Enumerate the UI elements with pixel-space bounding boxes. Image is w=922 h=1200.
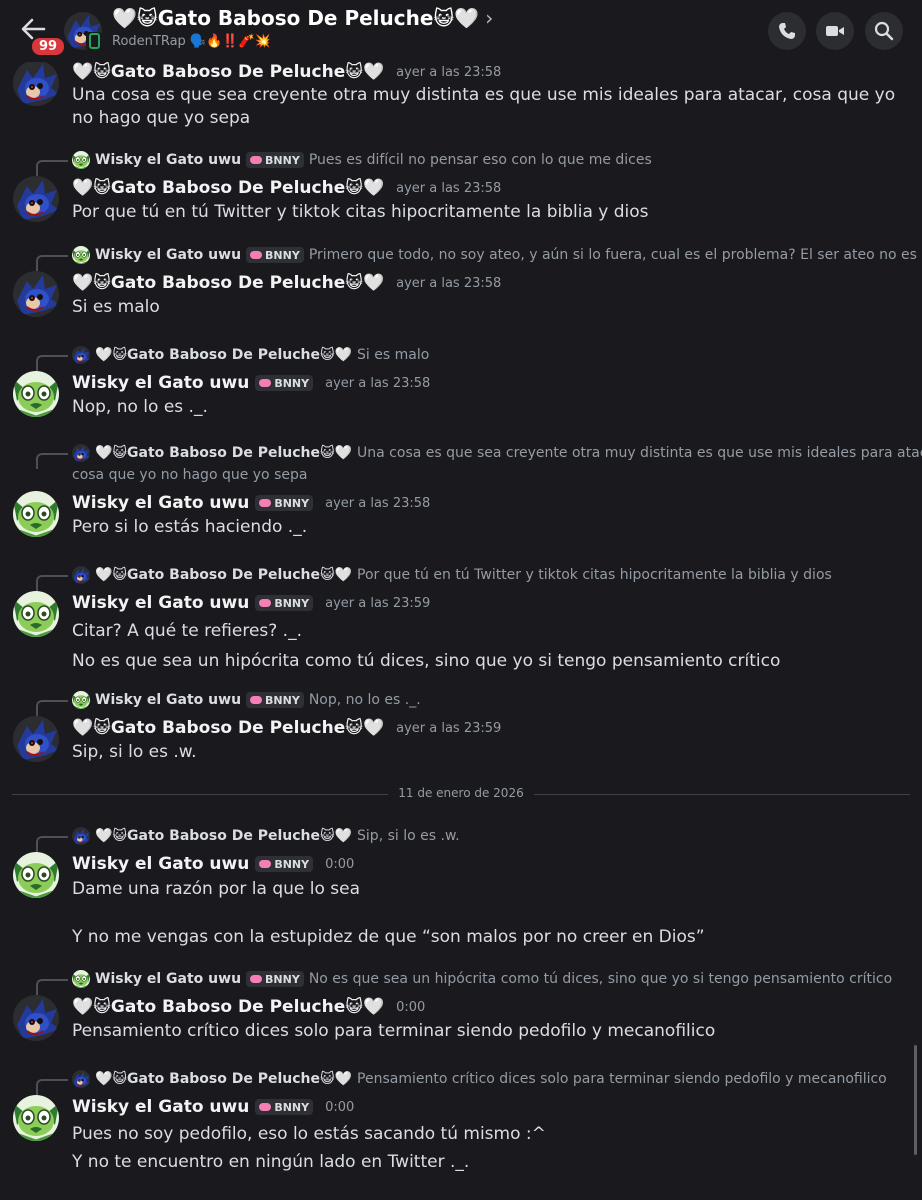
avatar	[72, 346, 90, 364]
reply-preview[interactable]: Wisky el Gato uwu BNNY Pues es difícil n…	[72, 150, 652, 170]
reply-connector	[36, 1079, 68, 1095]
avatar	[72, 444, 90, 462]
role-tag: BNNY	[255, 495, 314, 511]
user-status-text: RodenTRap 🗣️🔥‼️🧨💥	[112, 34, 271, 49]
video-icon[interactable]	[816, 12, 854, 50]
avatar[interactable]	[13, 591, 59, 637]
reply-connector	[36, 979, 68, 995]
reply-connector	[36, 575, 68, 591]
message-body: Sip, si lo es .w.	[72, 742, 197, 762]
avatar	[72, 827, 90, 845]
avatar	[72, 566, 90, 584]
avatar[interactable]	[13, 1095, 59, 1141]
search-icon[interactable]	[865, 12, 903, 50]
avatar[interactable]	[13, 371, 59, 417]
role-tag: BNNY	[246, 247, 304, 263]
avatar	[72, 691, 90, 709]
message-body: Una cosa es que sea creyente otra muy di…	[72, 85, 896, 128]
message-author[interactable]: 🤍😺Gato Baboso De Peluche😺🤍 ayer a las 23:…	[72, 273, 501, 293]
reply-preview-continued: cosa que yo no hago que yo sepa	[72, 467, 308, 483]
avatar[interactable]	[13, 62, 59, 106]
message-timestamp: ayer a las 23:58	[325, 375, 431, 391]
chat-header: 99 🤍😺Gato Baboso De Peluche😺🤍 › RodenTRap…	[0, 0, 922, 62]
avatar[interactable]	[13, 271, 59, 317]
chevron-right-icon: ›	[485, 6, 494, 30]
avatar[interactable]	[13, 491, 59, 537]
pill-icon	[259, 499, 272, 507]
role-tag: BNNY	[255, 1099, 314, 1115]
reply-connector	[36, 355, 68, 371]
message-body: Si es malo	[72, 297, 160, 317]
reply-connector	[36, 700, 68, 716]
reply-connector	[36, 836, 68, 852]
message-timestamp: ayer a las 23:58	[396, 64, 502, 80]
message-timestamp: ayer a las 23:58	[396, 180, 502, 196]
pill-icon	[250, 696, 263, 704]
pill-icon	[250, 975, 263, 983]
message-timestamp: ayer a las 23:58	[396, 275, 502, 291]
pill-icon	[250, 251, 263, 259]
reply-preview[interactable]: Wisky el Gato uwu BNNY Nop, no lo es ._.	[72, 690, 421, 710]
pill-icon	[259, 379, 272, 387]
message-timestamp: 0:00	[325, 1099, 355, 1115]
unread-badge: 99	[30, 36, 67, 57]
scrollbar[interactable]	[914, 1045, 917, 1155]
message-body: Citar? A qué te refieres? ._. No es que s…	[72, 621, 781, 671]
avatar	[72, 151, 90, 169]
reply-preview[interactable]: Wisky el Gato uwu BNNY Primero que todo,…	[72, 245, 922, 265]
message-body: Pues no soy pedofilo, eso lo estás sacan…	[72, 1124, 546, 1172]
message-body: Por que tú en tú Twitter y tiktok citas …	[72, 202, 649, 222]
message-author[interactable]: Wisky el Gato uwu BNNY 0:00	[72, 854, 354, 874]
pill-icon	[250, 156, 263, 164]
avatar[interactable]	[13, 995, 59, 1041]
reply-connector	[36, 160, 68, 176]
reply-connector	[36, 453, 68, 469]
message-body: Pensamiento crítico dices solo para term…	[72, 1021, 716, 1041]
date-divider-label: 11 de enero de 2026	[388, 786, 534, 800]
message-author[interactable]: 🤍😺Gato Baboso De Peluche😺🤍 ayer a las 23:…	[72, 718, 501, 738]
message-author[interactable]: 🤍😺Gato Baboso De Peluche😺🤍 ayer a las 23:…	[72, 62, 501, 82]
avatar	[72, 970, 90, 988]
role-tag: BNNY	[255, 856, 314, 872]
message-timestamp: ayer a las 23:58	[325, 495, 431, 511]
role-tag: BNNY	[246, 971, 304, 987]
message-body: Nop, no lo es ._.	[72, 397, 208, 417]
message-author[interactable]: Wisky el Gato uwu BNNY 0:00	[72, 1097, 354, 1117]
pill-icon	[259, 860, 272, 868]
message-author[interactable]: Wisky el Gato uwu BNNY ayer a las 23:58	[72, 493, 430, 513]
message-body: Dame una razón por la que lo sea Y no me …	[72, 879, 705, 947]
message-author[interactable]: Wisky el Gato uwu BNNY ayer a las 23:59	[72, 593, 430, 613]
channel-title[interactable]: 🤍😺Gato Baboso De Peluche😺🤍 ›	[112, 6, 493, 30]
reply-preview[interactable]: 🤍😺Gato Baboso De Peluche😺🤍 Sip, si lo es…	[72, 826, 460, 846]
reply-preview[interactable]: 🤍😺Gato Baboso De Peluche😺🤍 Si es malo	[72, 345, 429, 365]
avatar[interactable]	[13, 852, 59, 898]
avatar	[72, 1070, 90, 1088]
message-author[interactable]: 🤍😺Gato Baboso De Peluche😺🤍 0:00	[72, 997, 425, 1017]
mobile-status-icon	[86, 32, 102, 50]
message-list[interactable]: 🤍😺Gato Baboso De Peluche😺🤍 ayer a las 23:…	[0, 62, 922, 1200]
reply-preview[interactable]: 🤍😺Gato Baboso De Peluche😺🤍 Una cosa es q…	[72, 443, 922, 463]
phone-icon[interactable]	[768, 12, 806, 50]
avatar	[72, 246, 90, 264]
reply-preview[interactable]: Wisky el Gato uwu BNNY No es que sea un …	[72, 969, 892, 989]
message-author[interactable]: 🤍😺Gato Baboso De Peluche😺🤍 ayer a las 23:…	[72, 178, 501, 198]
message-timestamp: 0:00	[325, 856, 355, 872]
reply-preview[interactable]: 🤍😺Gato Baboso De Peluche😺🤍 Pensamiento c…	[72, 1069, 887, 1089]
reply-preview[interactable]: 🤍😺Gato Baboso De Peluche😺🤍 Por que tú en…	[72, 565, 832, 585]
role-tag: BNNY	[246, 692, 304, 708]
message-author[interactable]: Wisky el Gato uwu BNNY ayer a las 23:58	[72, 373, 430, 393]
message-timestamp: 0:00	[396, 999, 426, 1015]
pill-icon	[259, 1103, 272, 1111]
reply-connector	[36, 255, 68, 271]
pill-icon	[259, 599, 272, 607]
avatar[interactable]	[13, 716, 59, 762]
message-timestamp: ayer a las 23:59	[325, 595, 431, 611]
role-tag: BNNY	[255, 375, 314, 391]
role-tag: BNNY	[246, 152, 304, 168]
avatar[interactable]	[13, 176, 59, 222]
role-tag: BNNY	[255, 595, 314, 611]
message-timestamp: ayer a las 23:59	[396, 720, 502, 736]
message-body: Pero si lo estás haciendo ._.	[72, 517, 308, 537]
